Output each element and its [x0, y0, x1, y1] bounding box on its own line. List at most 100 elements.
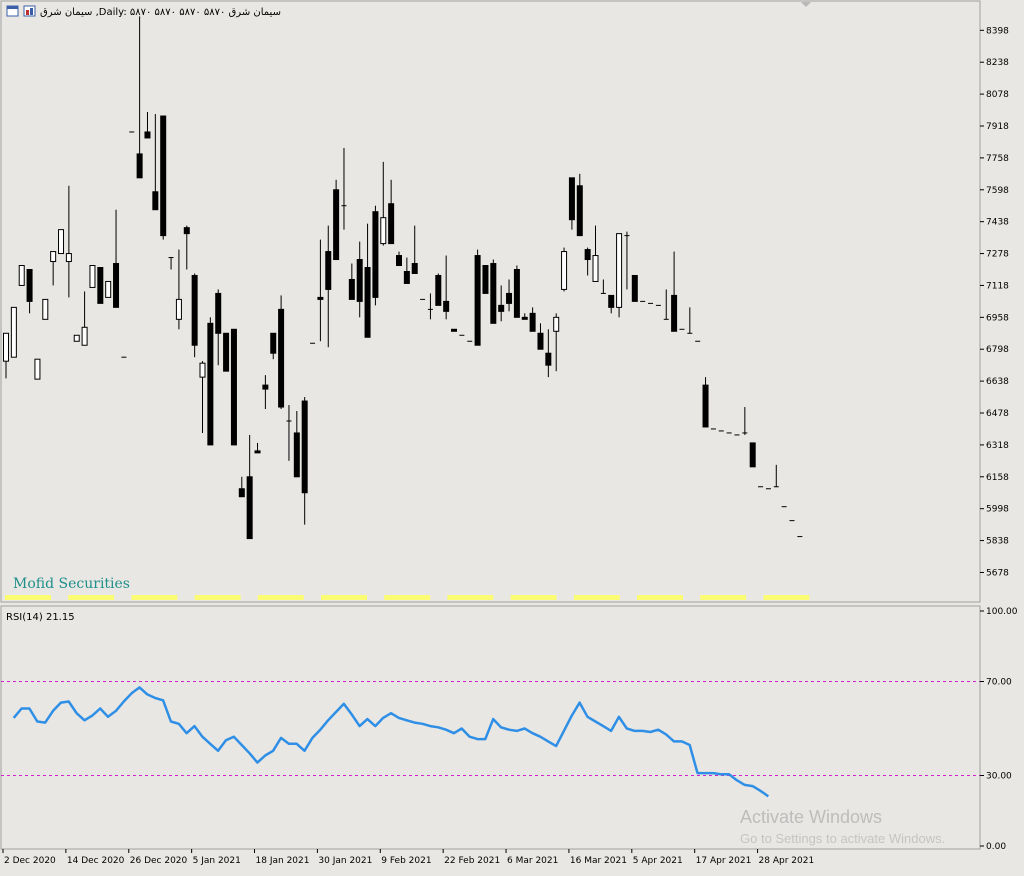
- price-tick-label: 5678: [986, 568, 1009, 578]
- candle-body: [348, 278, 355, 300]
- candle-body: [702, 384, 709, 428]
- candle-body: [34, 358, 41, 380]
- price-axis: 8398 8238 8078 7918 7758 7598 7438 7278 7118 6958…: [980, 26, 1009, 578]
- candle-body: [136, 153, 143, 179]
- candle-body: [183, 227, 190, 235]
- candle-body: [356, 259, 363, 302]
- candle-body: [254, 450, 261, 454]
- candle-body: [175, 298, 182, 320]
- window-icon[interactable]: [6, 5, 19, 17]
- time-tick-label: 5 Jan 2021: [193, 856, 241, 866]
- candle-body: [207, 322, 214, 446]
- price-tick-label: 5838: [986, 537, 1009, 547]
- yellow-label: [573, 595, 620, 600]
- yellow-label: [700, 595, 747, 600]
- yellow-label: [5, 595, 51, 600]
- candle-body: [561, 251, 568, 290]
- candle-body: [238, 488, 245, 498]
- candle-body: [482, 265, 489, 294]
- candle-body: [380, 217, 387, 245]
- price-tick-label: 7278: [986, 250, 1009, 260]
- candle-body: [568, 177, 575, 221]
- time-tick-label: 28 Apr 2021: [759, 856, 815, 866]
- candle-body: [26, 269, 33, 302]
- chart-type-icon[interactable]: [23, 5, 36, 17]
- candle-body: [474, 255, 481, 346]
- candle-body: [592, 255, 599, 282]
- candle-body: [65, 253, 72, 263]
- price-tick-label: 6638: [986, 377, 1009, 387]
- candle-body: [73, 334, 80, 342]
- yellow-label: [131, 595, 178, 600]
- candle-body: [749, 442, 756, 468]
- candle-body: [278, 308, 285, 408]
- candle-body: [537, 332, 544, 350]
- candle-body: [545, 352, 552, 366]
- time-tick-label: 18 Jan 2021: [256, 856, 310, 866]
- chart-title: سیمان شرق ,Daily: ۵۸۷۰ ۵۸۷۰ ۵۸۷۰ ۵۸۷۰ سی…: [40, 7, 281, 18]
- candle-body: [215, 292, 222, 334]
- candle-body: [191, 274, 198, 346]
- price-tick-label: 6158: [986, 473, 1009, 483]
- candle-body: [270, 332, 277, 354]
- candle-body: [3, 332, 9, 362]
- time-tick-label: 2 Dec 2020: [4, 856, 56, 866]
- time-tick-label: 6 Mar 2021: [507, 856, 558, 866]
- rsi-label: RSI(14) 21.15: [6, 612, 75, 623]
- candle-body: [325, 251, 332, 290]
- price-tick-label: 7118: [986, 281, 1009, 291]
- time-tick-label: 5 Apr 2021: [633, 856, 683, 866]
- time-tick-label: 14 Dec 2020: [67, 856, 125, 866]
- candle-body: [576, 185, 583, 237]
- candle-body: [58, 229, 65, 255]
- candle-body: [18, 265, 25, 286]
- time-tick-label: 9 Feb 2021: [381, 856, 431, 866]
- price-tick-label: 5998: [986, 505, 1009, 515]
- price-tick-label: 6798: [986, 345, 1009, 355]
- candle-body: [301, 400, 308, 494]
- candle-body: [10, 306, 17, 358]
- candle-body: [81, 326, 88, 346]
- candle-body: [50, 251, 57, 263]
- candle-body: [451, 328, 458, 332]
- candle-body: [435, 274, 442, 306]
- rsi-tick-label: 100.00: [986, 607, 1018, 617]
- yellow-label: [447, 595, 494, 600]
- candle-body: [246, 476, 253, 540]
- candle-body: [333, 189, 340, 261]
- candle-body: [105, 280, 112, 298]
- candle-body: [42, 298, 49, 320]
- candle-body: [97, 267, 104, 304]
- price-tick-label: 8238: [986, 58, 1009, 68]
- yellow-label: [637, 595, 683, 600]
- candle-body: [364, 267, 371, 338]
- time-axis: 2 Dec 2020 14 Dec 2020 26 Dec 2020 5 Jan 20…: [2, 849, 815, 866]
- price-tick-label: 8398: [986, 26, 1009, 36]
- candle-body: [631, 274, 638, 302]
- candle-body: [262, 384, 269, 390]
- price-tick-label: 7598: [986, 186, 1009, 196]
- chart-canvas[interactable]: سیمان شرق ,Daily: ۵۸۷۰ ۵۸۷۰ ۵۸۷۰ ۵۸۷۰ سی…: [0, 0, 1024, 872]
- yellow-label: [763, 595, 810, 600]
- time-tick-label: 17 Apr 2021: [696, 856, 752, 866]
- time-tick-label: 26 Dec 2020: [130, 856, 188, 866]
- yellow-label: [384, 595, 431, 600]
- candle-body: [513, 269, 520, 318]
- price-tick-label: 6318: [986, 441, 1009, 451]
- price-tick-label: 6478: [986, 409, 1009, 419]
- price-tick-label: 8078: [986, 90, 1009, 100]
- time-tick-label: 16 Mar 2021: [570, 856, 627, 866]
- watermark-subtitle: Go to Settings to activate Windows.: [740, 831, 945, 846]
- rsi-tick-label: 70.00: [986, 678, 1012, 688]
- candle-body: [443, 300, 450, 312]
- rsi-axis: 100.00 70.00 30.00 0.00: [980, 607, 1018, 852]
- candle-body: [388, 203, 395, 245]
- price-tick-label: 7918: [986, 122, 1009, 132]
- watermark-title: Activate Windows: [740, 807, 882, 827]
- rsi-tick-label: 30.00: [986, 772, 1012, 782]
- candle-body: [498, 304, 505, 312]
- chart-window[interactable]: سیمان شرق ,Daily: ۵۸۷۰ ۵۸۷۰ ۵۸۷۰ ۵۸۷۰ سی…: [0, 0, 1024, 876]
- candle-body: [113, 263, 120, 308]
- candle-body: [293, 432, 300, 478]
- rsi-tick-label: 0.00: [986, 842, 1006, 852]
